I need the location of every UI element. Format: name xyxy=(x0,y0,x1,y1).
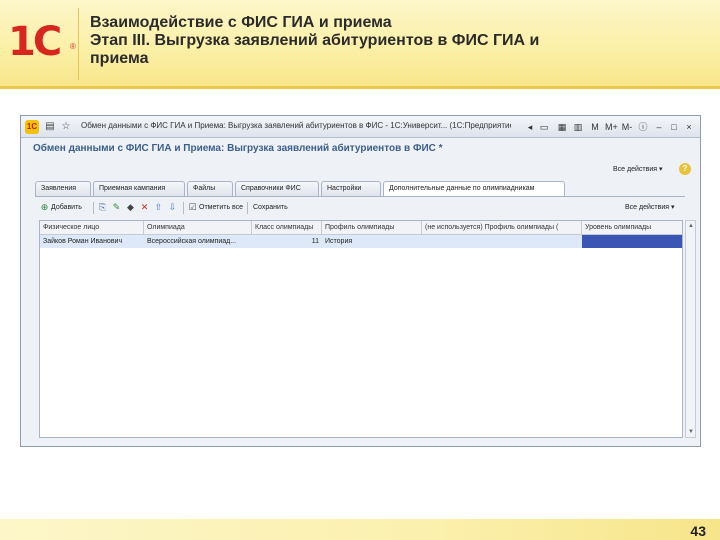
print-icon[interactable]: ▭ xyxy=(538,120,550,134)
select-all-button[interactable]: Отметить все xyxy=(199,200,243,216)
calculator-icon[interactable]: ▥ xyxy=(572,120,584,134)
save-button[interactable]: Сохранить xyxy=(253,200,288,216)
memory-minus-button[interactable]: M- xyxy=(621,120,633,134)
column-header-person[interactable]: Физическое лицо xyxy=(40,221,144,235)
slide-title-line-1: Взаимодействие с ФИС ГИА и приема xyxy=(90,14,392,31)
toolbar-separator xyxy=(183,202,184,214)
logo-text: 1С xyxy=(8,19,62,65)
add-icon: ⊕ xyxy=(40,202,49,212)
scroll-down-icon[interactable]: ▼ xyxy=(687,428,695,436)
page-number: 43 xyxy=(690,523,706,539)
move-up-icon[interactable]: ⇧ xyxy=(153,202,164,213)
toolbar-separator xyxy=(93,202,94,214)
tab-admission-campaign[interactable]: Приемная кампания xyxy=(93,181,185,196)
toolbar-separator xyxy=(247,202,248,214)
table-all-actions-menu[interactable]: Все действия ▾ xyxy=(625,200,674,216)
close-button[interactable]: × xyxy=(683,120,695,134)
app-window: 1С ▤ ☆ Обмен данными с ФИС ГИА и Приема:… xyxy=(20,115,701,447)
slide-footer xyxy=(0,519,720,540)
add-button[interactable]: Добавить xyxy=(51,200,82,216)
slide-title: Взаимодействие с ФИС ГИА и приема Этап I… xyxy=(90,14,710,68)
table-header: Физическое лицо Олимпиада Класс олимпиад… xyxy=(40,221,682,235)
info-icon[interactable]: ⓘ xyxy=(637,120,649,134)
table-row[interactable]: Зайков Роман Иванович Всероссийская олим… xyxy=(40,235,682,248)
delete-icon[interactable]: ✕ xyxy=(139,202,150,213)
cell-olympiad-level[interactable] xyxy=(582,235,682,248)
move-down-icon[interactable]: ⇩ xyxy=(167,202,178,213)
slide-title-line-3: приема xyxy=(90,50,149,67)
cell-olympiad[interactable]: Всероссийская олимпиад... xyxy=(144,235,252,248)
window-titlebar: 1С ▤ ☆ Обмен данными с ФИС ГИА и Приема:… xyxy=(21,116,700,138)
window-title: Обмен данными с ФИС ГИА и Приема: Выгруз… xyxy=(81,121,511,130)
slide-title-line-2: Этап III. Выгрузка заявлений абитуриенто… xyxy=(90,32,540,49)
cell-unused-profile[interactable] xyxy=(422,235,582,248)
column-header-olympiad[interactable]: Олимпиада xyxy=(144,221,252,235)
cell-person[interactable]: Зайков Роман Иванович xyxy=(40,235,144,248)
registered-mark-icon: ® xyxy=(70,42,76,51)
header-separator xyxy=(78,8,79,80)
column-header-unused-profile[interactable]: (не используется) Профиль олимпиады ( xyxy=(422,221,582,235)
checkbox-icon: ☑ xyxy=(188,202,197,212)
maximize-button[interactable]: □ xyxy=(668,120,680,134)
mark-icon[interactable]: ◆ xyxy=(125,202,136,213)
table-scrollbar[interactable]: ▲ ▼ xyxy=(685,220,696,438)
slide-header-divider xyxy=(0,86,720,89)
column-header-olympiad-level[interactable]: Уровень олимпиады xyxy=(582,221,682,235)
form-title: Обмен данными с ФИС ГИА и Приема: Выгруз… xyxy=(33,143,443,154)
1c-logo: 1С ® xyxy=(8,19,76,65)
tab-olympiad-data[interactable]: Дополнительные данные по олимпиадникам xyxy=(383,181,565,197)
cell-olympiad-profile[interactable]: История xyxy=(322,235,422,248)
copy-icon[interactable]: ⎘ xyxy=(97,202,108,213)
cell-olympiad-class[interactable]: 11 xyxy=(252,235,322,248)
scroll-up-icon[interactable]: ▲ xyxy=(687,222,695,230)
tab-fis-directories[interactable]: Справочники ФИС xyxy=(235,181,319,196)
form-all-actions-menu[interactable]: Все действия ▾ xyxy=(613,165,662,173)
back-icon[interactable]: ◂ xyxy=(524,120,536,134)
memory-plus-button[interactable]: M+ xyxy=(605,120,618,134)
olympiad-table[interactable]: Физическое лицо Олимпиада Класс олимпиад… xyxy=(39,220,683,438)
column-header-olympiad-class[interactable]: Класс олимпиады xyxy=(252,221,322,235)
document-icon[interactable]: ▦ xyxy=(556,120,568,134)
tab-settings[interactable]: Настройки xyxy=(321,181,381,196)
help-icon[interactable]: ? xyxy=(679,163,691,175)
tab-applications[interactable]: Заявления xyxy=(35,181,91,196)
column-header-olympiad-profile[interactable]: Профиль олимпиады xyxy=(322,221,422,235)
app-logo-icon[interactable]: 1С xyxy=(25,120,39,134)
table-toolbar: ⊕ Добавить ⎘ ✎ ◆ ✕ ⇧ ⇩ ☑ Отметить все Со… xyxy=(39,200,689,216)
star-icon[interactable]: ☆ xyxy=(59,120,73,134)
memory-button[interactable]: M xyxy=(589,120,601,134)
tab-files[interactable]: Файлы xyxy=(187,181,233,196)
edit-icon[interactable]: ✎ xyxy=(111,202,122,213)
menu-icon[interactable]: ▤ xyxy=(43,120,57,134)
minimize-button[interactable]: – xyxy=(653,120,665,134)
tab-panel-border xyxy=(35,196,685,197)
